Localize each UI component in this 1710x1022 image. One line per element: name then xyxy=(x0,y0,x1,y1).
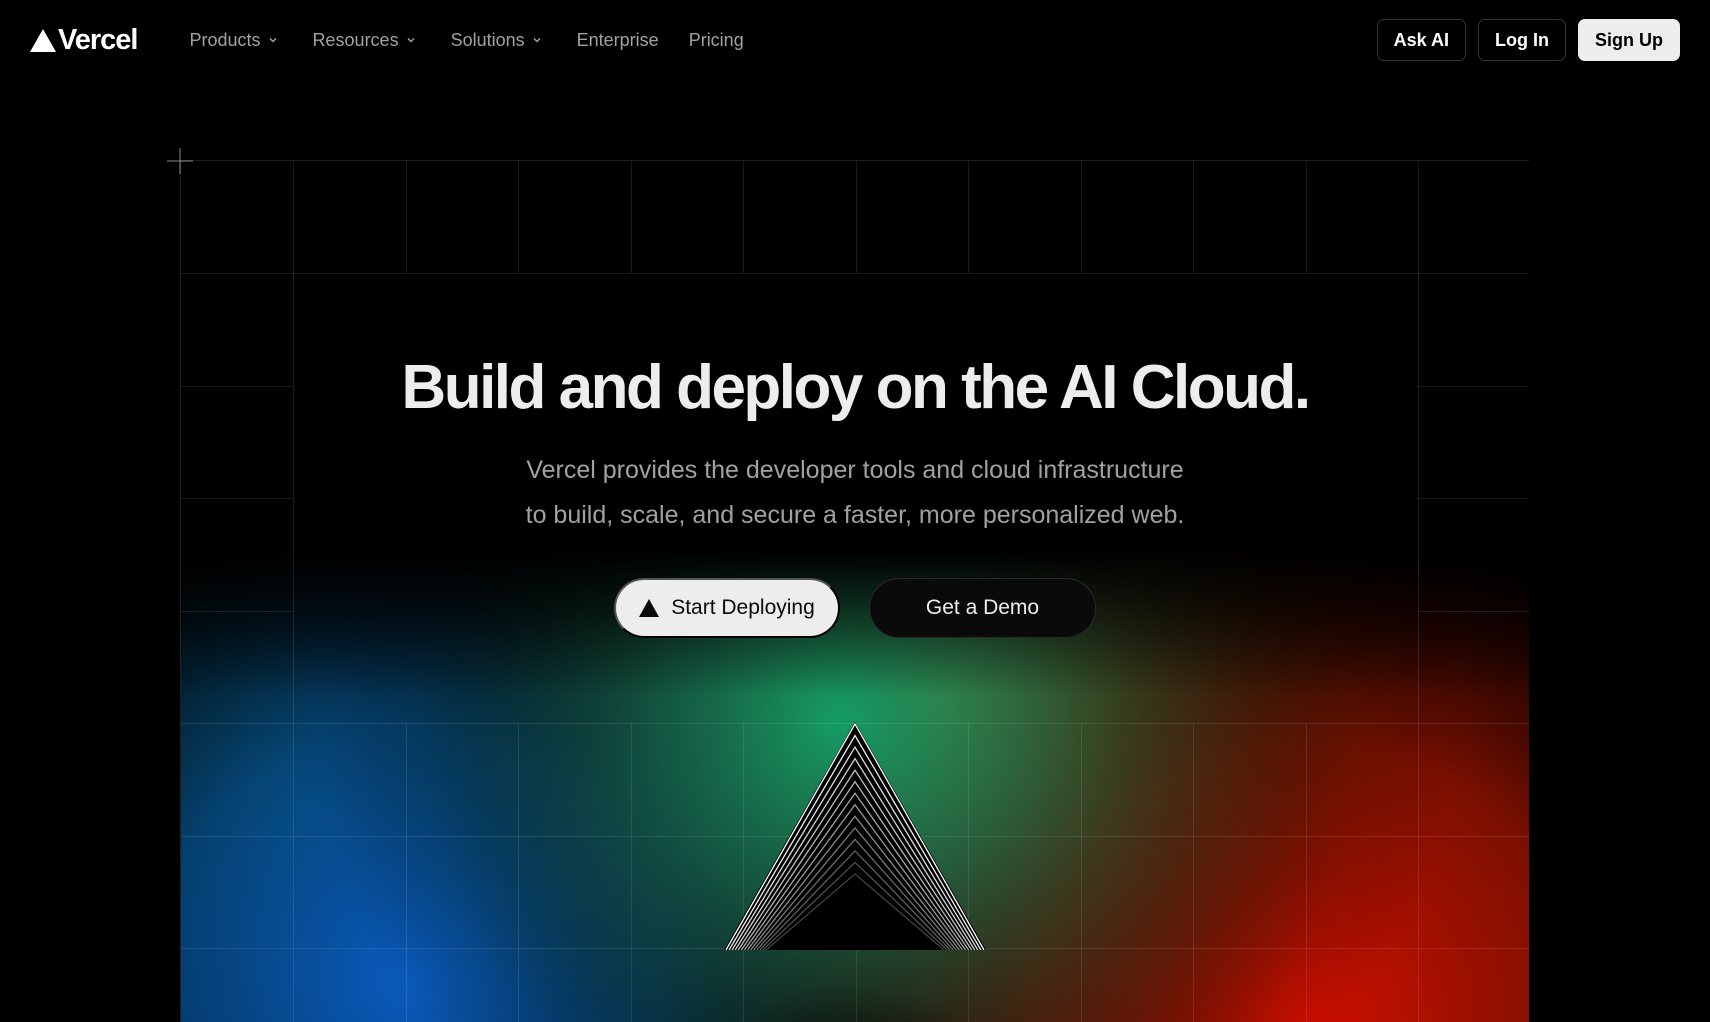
nav-enterprise-label: Enterprise xyxy=(576,29,659,50)
chevron-down-icon xyxy=(531,34,543,46)
vercel-logo[interactable]: Vercel xyxy=(30,23,138,57)
hero-subtitle-line2: to build, scale, and secure a faster, mo… xyxy=(525,501,1185,529)
site-header: Vercel Products Resources Solutions Ente… xyxy=(0,0,1710,80)
nav-solutions-label: Solutions xyxy=(450,29,525,50)
vercel-triangle-icon xyxy=(30,28,56,52)
hero-subtitle-line1: Vercel provides the developer tools and … xyxy=(526,456,1184,484)
nav-resources-label: Resources xyxy=(312,29,399,50)
nav-solutions[interactable]: Solutions xyxy=(451,30,543,51)
nav-pricing[interactable]: Pricing xyxy=(689,30,744,51)
start-deploying-button[interactable]: Start Deploying xyxy=(614,578,840,638)
nav-resources[interactable]: Resources xyxy=(313,30,417,51)
vercel-triangle-icon xyxy=(639,599,660,617)
nav-enterprise[interactable]: Enterprise xyxy=(577,30,659,51)
get-a-demo-label: Get a Demo xyxy=(925,596,1040,619)
prism-triangle-graphic xyxy=(724,722,986,950)
hero-cta-row: Start Deploying Get a Demo xyxy=(0,578,1710,638)
ask-ai-button[interactable]: Ask AI xyxy=(1376,19,1467,61)
nav-products[interactable]: Products xyxy=(189,30,278,51)
nav-products-label: Products xyxy=(189,29,261,50)
login-button[interactable]: Log In xyxy=(1478,19,1566,61)
hero-headline: Build and deploy on the AI Cloud. xyxy=(401,353,1311,422)
signup-button[interactable]: Sign Up xyxy=(1578,19,1680,61)
get-a-demo-button[interactable]: Get a Demo xyxy=(869,578,1096,638)
chevron-down-icon xyxy=(267,34,279,46)
logo-text: Vercel xyxy=(58,23,138,56)
chevron-down-icon xyxy=(405,34,417,46)
main-nav: Products Resources Solutions Enterprise … xyxy=(189,30,773,51)
header-actions: Ask AI Log In Sign Up xyxy=(1376,19,1680,61)
start-deploying-label: Start Deploying xyxy=(671,596,815,619)
nav-pricing-label: Pricing xyxy=(688,29,744,50)
hero-subtitle: Vercel provides the developer tools and … xyxy=(0,448,1710,538)
plus-icon xyxy=(167,148,193,174)
